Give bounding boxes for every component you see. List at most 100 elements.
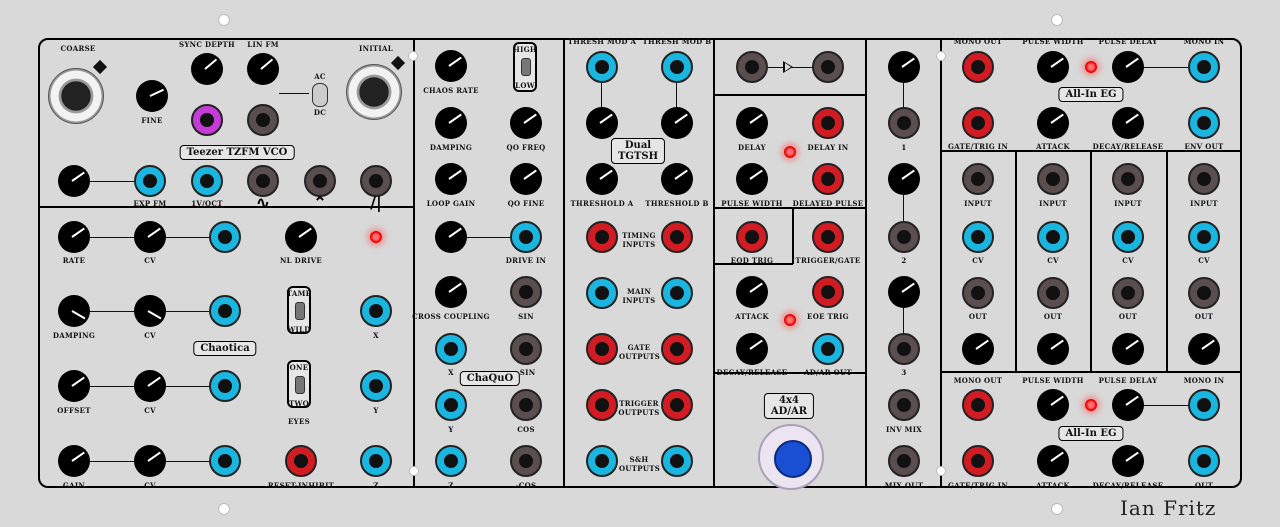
thresh-mod-b-knob[interactable] — [661, 107, 693, 139]
lin-fm-knob[interactable] — [247, 53, 279, 85]
sin-jack[interactable] — [510, 276, 542, 308]
qo-freq-knob[interactable] — [510, 107, 542, 139]
chaquo-damping-knob[interactable] — [435, 107, 467, 139]
gain-cv-knob[interactable] — [134, 445, 166, 477]
exp-fm-knob[interactable] — [58, 165, 90, 197]
y-out-jack[interactable] — [360, 370, 392, 402]
delayed-pulse-jack[interactable] — [812, 163, 844, 195]
mix-1-knob[interactable] — [888, 51, 920, 83]
inv-mix-jack[interactable] — [888, 389, 920, 421]
v-oct-jack[interactable] — [191, 165, 223, 197]
sync-jack[interactable] — [191, 104, 223, 136]
eg2-out-jack[interactable] — [1188, 445, 1220, 477]
neg-cos-jack[interactable] — [510, 445, 542, 477]
eg2-attack-knob[interactable] — [1037, 445, 1069, 477]
eg1-mono-out-jack[interactable] — [962, 51, 994, 83]
eg1-mono-in-jack[interactable] — [1188, 51, 1220, 83]
damping-knob[interactable] — [58, 295, 90, 327]
strip1-input-jack[interactable] — [962, 163, 994, 195]
mix-2-jack[interactable] — [888, 221, 920, 253]
qo-fine-knob[interactable] — [510, 163, 542, 195]
trigger-out-b-jack[interactable] — [661, 389, 693, 421]
eg2-gate-trig-in-jack[interactable] — [962, 445, 994, 477]
trigger-gate-jack[interactable] — [812, 221, 844, 253]
z-out-jack[interactable] — [360, 445, 392, 477]
mix-1-jack[interactable] — [888, 107, 920, 139]
eg1-pulse-delay-knob[interactable] — [1112, 51, 1144, 83]
fine-knob[interactable] — [136, 80, 168, 112]
gain-cv-jack[interactable] — [209, 445, 241, 477]
strip1-cv-jack[interactable] — [962, 221, 994, 253]
threshold-a-knob[interactable] — [586, 163, 618, 195]
gate-out-b-jack[interactable] — [661, 333, 693, 365]
lin-fm-jack[interactable] — [247, 104, 279, 136]
strip4-input-jack[interactable] — [1188, 163, 1220, 195]
coarse-knob[interactable] — [48, 68, 104, 124]
manual-trigger-button[interactable] — [758, 424, 824, 490]
strip3-knob[interactable] — [1112, 333, 1144, 365]
buffer-in-jack[interactable] — [736, 51, 768, 83]
eg2-decay-release-knob[interactable] — [1112, 445, 1144, 477]
eg1-decay-release-knob[interactable] — [1112, 107, 1144, 139]
offset-knob[interactable] — [58, 370, 90, 402]
initial-knob[interactable] — [346, 64, 402, 120]
rate-knob[interactable] — [58, 221, 90, 253]
mix-3-jack[interactable] — [888, 333, 920, 365]
exp-fm-jack[interactable] — [134, 165, 166, 197]
mix-3-knob[interactable] — [888, 276, 920, 308]
main-in-b-jack[interactable] — [661, 277, 693, 309]
thresh-mod-a-jack[interactable] — [586, 51, 618, 83]
ad-ar-out-jack[interactable] — [812, 333, 844, 365]
strip2-knob[interactable] — [1037, 333, 1069, 365]
rate-cv-knob[interactable] — [134, 221, 166, 253]
nl-drive-knob[interactable] — [285, 221, 317, 253]
damping-cv-jack[interactable] — [209, 295, 241, 327]
adar-pulse-width-knob[interactable] — [736, 163, 768, 195]
offset-cv-knob[interactable] — [134, 370, 166, 402]
threshold-b-knob[interactable] — [661, 163, 693, 195]
sync-depth-knob[interactable] — [191, 53, 223, 85]
gate-out-a-jack[interactable] — [586, 333, 618, 365]
offset-cv-jack[interactable] — [209, 370, 241, 402]
eg1-pulse-width-knob[interactable] — [1037, 51, 1069, 83]
eg2-mono-out-jack[interactable] — [962, 389, 994, 421]
strip1-knob[interactable] — [962, 333, 994, 365]
eoe-trig-jack[interactable] — [812, 276, 844, 308]
strip2-cv-jack[interactable] — [1037, 221, 1069, 253]
eg1-env-out-jack[interactable] — [1188, 107, 1220, 139]
drive-in-jack[interactable] — [510, 221, 542, 253]
thresh-mod-b-jack[interactable] — [661, 51, 693, 83]
sh-out-b-jack[interactable] — [661, 445, 693, 477]
loop-gain-knob[interactable] — [435, 163, 467, 195]
chaquo-z-jack[interactable] — [435, 445, 467, 477]
cross-coupling-knob[interactable] — [435, 276, 467, 308]
mix-out-jack[interactable] — [888, 445, 920, 477]
eg1-attack-knob[interactable] — [1037, 107, 1069, 139]
timing-in-b-jack[interactable] — [661, 221, 693, 253]
strip4-cv-jack[interactable] — [1188, 221, 1220, 253]
neg-sin-jack[interactable] — [510, 333, 542, 365]
damping-cv-knob[interactable] — [134, 295, 166, 327]
ac-dc-switch[interactable] — [312, 83, 328, 107]
delay-in-jack[interactable] — [812, 107, 844, 139]
adar-decay-release-knob[interactable] — [736, 333, 768, 365]
chaquo-y-jack[interactable] — [435, 389, 467, 421]
eg1-gate-trig-in-jack[interactable] — [962, 107, 994, 139]
gain-knob[interactable] — [58, 445, 90, 477]
thresh-mod-a-knob[interactable] — [586, 107, 618, 139]
strip2-input-jack[interactable] — [1037, 163, 1069, 195]
timing-in-a-jack[interactable] — [586, 221, 618, 253]
strip3-input-jack[interactable] — [1112, 163, 1144, 195]
delay-knob[interactable] — [736, 107, 768, 139]
trigger-out-a-jack[interactable] — [586, 389, 618, 421]
main-in-a-jack[interactable] — [586, 277, 618, 309]
eod-trig-jack[interactable] — [736, 221, 768, 253]
eg2-pulse-delay-knob[interactable] — [1112, 389, 1144, 421]
adar-attack-knob[interactable] — [736, 276, 768, 308]
mix-2-knob[interactable] — [888, 163, 920, 195]
reset-inhibit-jack[interactable] — [285, 445, 317, 477]
sh-out-a-jack[interactable] — [586, 445, 618, 477]
strip3-cv-jack[interactable] — [1112, 221, 1144, 253]
strip3-out-jack[interactable] — [1112, 277, 1144, 309]
chaos-rate-knob[interactable] — [435, 50, 467, 82]
